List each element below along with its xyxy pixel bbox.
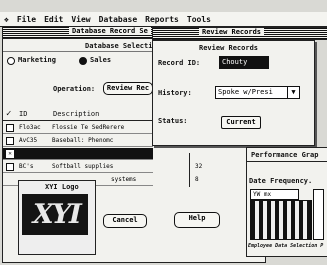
history-label: History: xyxy=(158,89,192,97)
table-row[interactable]: AvC35 Baseball: Phenomc xyxy=(3,135,153,147)
description-column-header: Description xyxy=(53,110,100,118)
main-window-title: Database Record Se xyxy=(69,27,151,35)
review-records-button[interactable]: Review Rec xyxy=(103,82,153,95)
logo-window-title: XYI Logo xyxy=(45,183,79,191)
marketing-label: Marketing xyxy=(18,56,56,64)
performance-graph-window: Performance Grap Date Frequency. YW mx E… xyxy=(246,147,327,257)
divider xyxy=(247,161,327,162)
row-quantity: 32 xyxy=(195,163,203,170)
sales-radio[interactable] xyxy=(79,57,87,65)
row-description: Softball supplies xyxy=(52,163,114,170)
chevron-down-icon[interactable]: ▼ xyxy=(287,86,300,99)
marketing-radio[interactable] xyxy=(7,57,15,65)
row-id: Flo3ac xyxy=(19,124,41,131)
menu-edit[interactable]: Edit xyxy=(40,15,67,24)
status-button[interactable]: Current xyxy=(221,116,261,129)
table-row[interactable]: Flo3ac Flossie Te SedRerere xyxy=(3,122,153,134)
menu-reports[interactable]: Reports xyxy=(141,15,183,24)
logo-image: XYI xyxy=(22,194,88,235)
row-description: Flossie Te SedRerere xyxy=(52,124,125,131)
performance-footer: Employee Data Selection P xyxy=(248,243,324,249)
record-id-field[interactable]: Chouty xyxy=(219,56,269,69)
review-title-bar[interactable]: Review Records xyxy=(152,27,327,40)
screen: ❖ File Edit View Database Reports Tools … xyxy=(0,0,327,265)
scrollbar[interactable] xyxy=(313,189,324,240)
row-checkbox-checked[interactable]: ✕ xyxy=(6,150,14,158)
table-row-selected[interactable]: ✕ xyxy=(3,148,153,160)
help-button[interactable]: Help xyxy=(174,212,220,228)
row-description: Baseball: Phenomc xyxy=(52,137,114,144)
row-checkbox[interactable] xyxy=(6,163,14,171)
status-label: Status: xyxy=(158,117,188,125)
menu-bar: ❖ File Edit View Database Reports Tools xyxy=(0,12,327,27)
row-id: AvC35 xyxy=(19,137,38,144)
row-quantity: 8 xyxy=(195,176,199,183)
menu-file[interactable]: File xyxy=(13,15,40,24)
apple-icon[interactable]: ❖ xyxy=(0,15,13,24)
record-id-label: Record ID: xyxy=(158,59,201,67)
graph-area xyxy=(250,200,312,240)
menu-tools[interactable]: Tools xyxy=(183,15,215,24)
review-heading: Review Records xyxy=(199,44,259,52)
row-checkbox[interactable] xyxy=(6,124,14,132)
row-description: systems xyxy=(111,176,137,183)
row-checkbox[interactable] xyxy=(6,137,14,145)
quantity-column-divider xyxy=(189,153,190,187)
selection-title: Database Selectio xyxy=(85,42,157,50)
operation-label: Operation: xyxy=(53,85,96,93)
menu-view[interactable]: View xyxy=(67,15,94,24)
row-id: BC's xyxy=(19,163,34,170)
sales-label: Sales xyxy=(90,56,112,64)
cancel-button[interactable]: Cancel xyxy=(103,214,147,228)
review-records-window: Review Records Record ID: Chouty History… xyxy=(152,40,315,146)
frequency-select[interactable]: YW mx xyxy=(250,189,299,200)
check-column-header: ✓ xyxy=(6,109,12,119)
history-select[interactable]: Spoke w/Presi xyxy=(215,86,289,99)
table-header-divider xyxy=(3,120,153,121)
logo-window: XYI Logo XYI xyxy=(18,180,96,255)
table-row[interactable]: BC's Softball supplies 32 xyxy=(3,161,202,173)
id-column-header: ID xyxy=(19,110,28,118)
divider xyxy=(3,51,153,52)
history-select-value: Spoke w/Presi xyxy=(218,88,273,96)
date-frequency-label: Date Frequency. xyxy=(249,177,313,185)
performance-title: Performance Grap xyxy=(251,151,319,159)
logo-mark: XYI xyxy=(29,199,83,230)
review-title-text: Review Records xyxy=(199,28,265,36)
menu-database[interactable]: Database xyxy=(95,15,142,24)
